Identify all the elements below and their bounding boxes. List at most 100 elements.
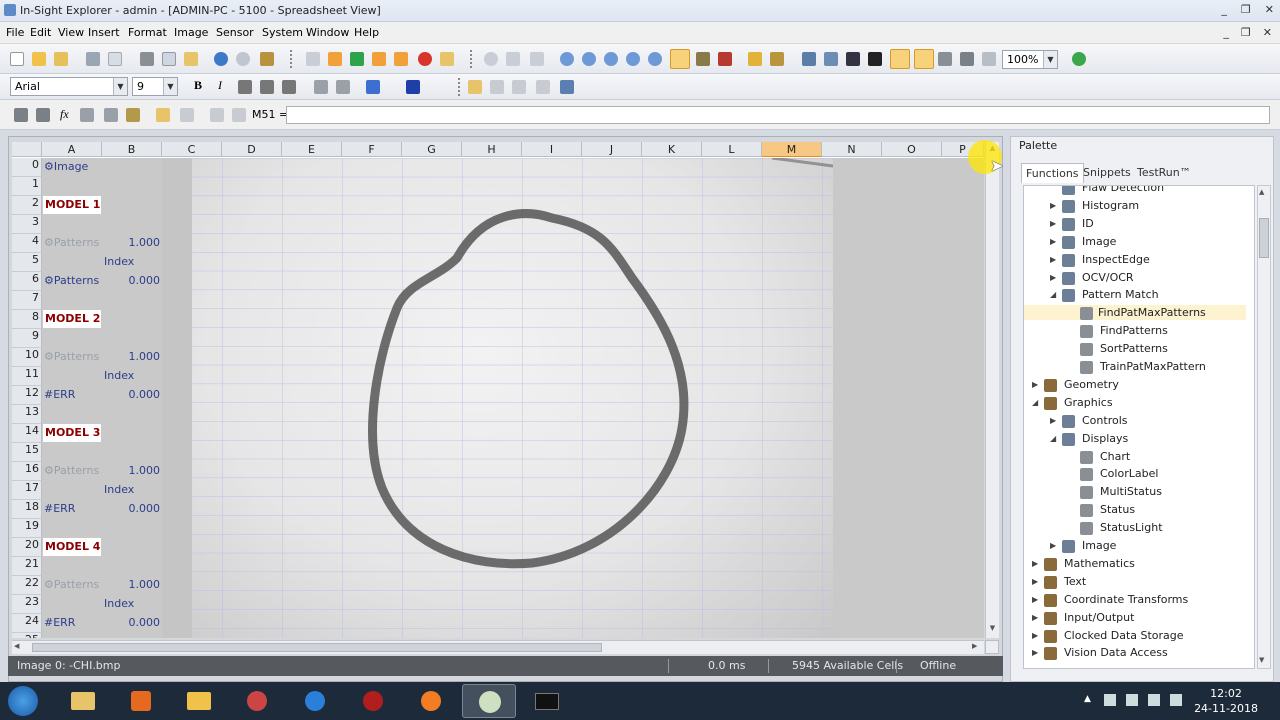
- trace-icon[interactable]: [490, 80, 504, 94]
- app-taskbar-icon[interactable]: [346, 684, 400, 718]
- decrease-decimal-icon[interactable]: [336, 80, 350, 94]
- cell-b18[interactable]: 0.000: [104, 502, 161, 515]
- tree-item[interactable]: Vision Data Access: [1062, 645, 1170, 660]
- cell-b23[interactable]: Index: [104, 597, 160, 610]
- row-header[interactable]: 23: [12, 595, 42, 614]
- tree-item[interactable]: MultiStatus: [1098, 484, 1164, 499]
- column-header-f[interactable]: F: [342, 142, 402, 157]
- copy-icon[interactable]: [162, 52, 176, 66]
- corner-cell[interactable]: [12, 142, 42, 157]
- cell-b22[interactable]: 1.000: [104, 578, 161, 591]
- column-header-a[interactable]: A: [42, 142, 102, 157]
- cell-b16[interactable]: 1.000: [104, 464, 161, 477]
- menu-sensor[interactable]: Sensor: [216, 26, 254, 39]
- table-icon[interactable]: [36, 108, 50, 122]
- scroll-up-icon[interactable]: ▲: [1259, 188, 1264, 196]
- new-file-icon[interactable]: [10, 52, 24, 66]
- tree-item[interactable]: Chart: [1098, 449, 1132, 464]
- align-center-icon[interactable]: [260, 80, 274, 94]
- font-size-select[interactable]: 9 ▼: [132, 77, 178, 96]
- save-icon[interactable]: [54, 52, 68, 66]
- cell-a12[interactable]: #ERR: [44, 388, 102, 401]
- cell-b11[interactable]: Index: [104, 369, 160, 382]
- open-folder-icon[interactable]: [32, 52, 46, 66]
- row-header[interactable]: 5: [12, 253, 42, 272]
- media-player-taskbar-icon[interactable]: [114, 684, 168, 718]
- menu-view[interactable]: View: [58, 26, 84, 39]
- row-header[interactable]: 10: [12, 348, 42, 367]
- cell-a2[interactable]: MODEL 1: [43, 196, 101, 214]
- row-header[interactable]: 21: [12, 557, 42, 576]
- last-frame-icon[interactable]: [394, 52, 408, 66]
- tree-item[interactable]: FindPatMaxPatterns: [1024, 305, 1246, 321]
- cell-a0[interactable]: ⚙Image: [44, 160, 102, 173]
- ccleaner-taskbar-icon[interactable]: [288, 684, 342, 718]
- row-header[interactable]: 25: [12, 633, 42, 638]
- expression-icon[interactable]: [80, 108, 94, 122]
- fill-color-icon[interactable]: [366, 80, 380, 94]
- scroll-thumb[interactable]: [1259, 218, 1269, 258]
- column-header-h[interactable]: H: [462, 142, 522, 157]
- find-icon[interactable]: [260, 52, 274, 66]
- view-options-icon[interactable]: [985, 640, 999, 654]
- row-header[interactable]: 18: [12, 500, 42, 519]
- column-header-c[interactable]: C: [162, 142, 222, 157]
- expand-icon[interactable]: ▶: [1050, 237, 1056, 246]
- row-header[interactable]: 7: [12, 291, 42, 310]
- row-header[interactable]: 6: [12, 272, 42, 291]
- insight-explorer-taskbar-icon[interactable]: [462, 684, 516, 718]
- menu-image[interactable]: Image: [174, 26, 208, 39]
- undo-icon[interactable]: [214, 52, 228, 66]
- cut-icon[interactable]: [140, 52, 154, 66]
- horizontal-scrollbar[interactable]: ◀ ▶: [12, 640, 984, 654]
- row-header[interactable]: 22: [12, 576, 42, 595]
- cell-a16[interactable]: ⚙Patterns: [44, 464, 102, 477]
- tool-taskbar-icon[interactable]: [230, 684, 284, 718]
- menu-system[interactable]: System: [262, 26, 303, 39]
- paste-icon[interactable]: [184, 52, 198, 66]
- scroll-down-icon[interactable]: ▼: [1259, 656, 1264, 664]
- dependency-icon[interactable]: [468, 80, 482, 94]
- expand-icon[interactable]: ▶: [1050, 255, 1056, 264]
- font-name-select[interactable]: Arial ▼: [10, 77, 128, 96]
- tree-item[interactable]: Text: [1062, 574, 1088, 589]
- column-header-i[interactable]: I: [522, 142, 582, 157]
- scroll-left-icon[interactable]: ◀: [14, 642, 19, 650]
- cell-a14[interactable]: MODEL 3: [43, 424, 101, 442]
- tab-snippets[interactable]: Snippets: [1079, 163, 1135, 183]
- expand-icon[interactable]: ▶: [1050, 219, 1056, 228]
- tree-item[interactable]: Geometry: [1062, 377, 1121, 392]
- row-header[interactable]: 20: [12, 538, 42, 557]
- column-header-l[interactable]: L: [702, 142, 762, 157]
- column-header-m[interactable]: M: [762, 142, 822, 157]
- mdi-restore-button[interactable]: ❐: [1241, 26, 1251, 39]
- cell-a18[interactable]: #ERR: [44, 502, 102, 515]
- explorer-taskbar-icon[interactable]: [56, 684, 110, 718]
- expand-icon[interactable]: ▶: [1032, 577, 1038, 586]
- start-icon[interactable]: [8, 686, 38, 716]
- empty-cells-region[interactable]: [162, 158, 192, 638]
- mdi-minimize-button[interactable]: _: [1223, 26, 1229, 39]
- row-header[interactable]: 24: [12, 614, 42, 633]
- expand-icon[interactable]: ▶: [1032, 380, 1038, 389]
- row-header[interactable]: 17: [12, 481, 42, 500]
- minimize-button[interactable]: _: [1221, 3, 1227, 16]
- italic-icon[interactable]: I: [218, 78, 222, 93]
- tree-item[interactable]: Image: [1080, 234, 1118, 249]
- tree-item[interactable]: Input/Output: [1062, 610, 1136, 625]
- zoom-100-icon[interactable]: [648, 52, 662, 66]
- collapse-icon[interactable]: ◢: [1032, 398, 1038, 407]
- tree-item[interactable]: Flaw Detection: [1080, 186, 1166, 195]
- cell-b24[interactable]: 0.000: [104, 616, 161, 629]
- row-header[interactable]: 2: [12, 196, 42, 215]
- row-header[interactable]: 11: [12, 367, 42, 386]
- zoom-select[interactable]: 100% ▼: [1002, 50, 1058, 69]
- scroll-right-icon[interactable]: ▶: [972, 642, 977, 650]
- expand-icon[interactable]: ▶: [1032, 595, 1038, 604]
- open-icon[interactable]: [156, 108, 170, 122]
- scroll-down-icon[interactable]: ▼: [987, 624, 998, 636]
- expand-icon[interactable]: ▶: [1050, 201, 1056, 210]
- select-icon[interactable]: [104, 108, 118, 122]
- tree-item[interactable]: Image: [1080, 538, 1118, 553]
- chevron-down-icon[interactable]: ▼: [1043, 51, 1057, 68]
